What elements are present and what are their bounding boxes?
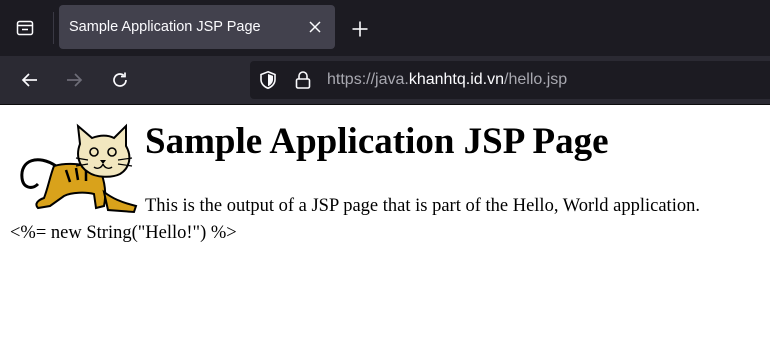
url-text[interactable]: https://java.khanhtq.id.vn/hello.jsp: [327, 61, 567, 99]
page-heading: Sample Application JSP Page: [145, 121, 609, 162]
tomcat-logo: [20, 123, 138, 214]
url-host: khanhtq.id.vn: [408, 71, 505, 88]
reload-button[interactable]: [104, 64, 136, 96]
tab-bar: Sample Application JSP Page: [0, 0, 770, 56]
tab-separator: [53, 12, 54, 44]
address-bar[interactable]: https://java.khanhtq.id.vn/hello.jsp: [250, 61, 770, 99]
tab-list-icon: [16, 20, 34, 36]
back-button[interactable]: [14, 64, 46, 96]
close-tab-button[interactable]: [305, 17, 325, 37]
plus-icon: [352, 21, 368, 37]
tab-title: Sample Application JSP Page: [69, 19, 261, 35]
jsp-expression-text: <%= new String("Hello!") %>: [10, 223, 237, 243]
navigation-toolbar: https://java.khanhtq.id.vn/hello.jsp: [0, 56, 770, 105]
new-tab-button[interactable]: [344, 13, 376, 45]
active-tab[interactable]: Sample Application JSP Page: [59, 5, 335, 49]
lock-icon[interactable]: [294, 70, 312, 90]
page-paragraph: This is the output of a JSP page that is…: [145, 196, 700, 216]
url-scheme-prefix: https://java.: [327, 71, 409, 88]
url-path: /hello.jsp: [504, 71, 568, 88]
reload-icon: [113, 72, 127, 87]
page-content: Sample Application JSP Page This is the …: [0, 106, 770, 343]
tab-list-button[interactable]: [7, 10, 43, 46]
close-icon: [309, 21, 321, 33]
arrow-right-icon: [67, 73, 83, 87]
shield-icon[interactable]: [258, 70, 278, 90]
arrow-left-icon: [21, 73, 37, 87]
forward-button[interactable]: [58, 64, 90, 96]
